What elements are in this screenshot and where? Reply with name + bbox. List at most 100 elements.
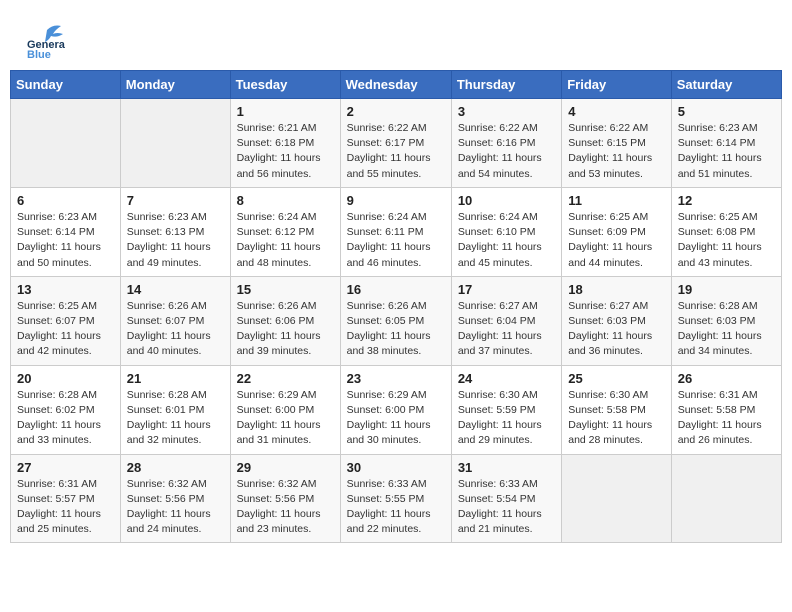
day-info: Sunrise: 6:23 AM Sunset: 6:14 PM Dayligh…: [17, 210, 114, 271]
day-info: Sunrise: 6:27 AM Sunset: 6:04 PM Dayligh…: [458, 299, 555, 360]
calendar-cell: 18Sunrise: 6:27 AM Sunset: 6:03 PM Dayli…: [562, 276, 671, 365]
weekday-header-row: SundayMondayTuesdayWednesdayThursdayFrid…: [11, 71, 782, 99]
logo: General Blue: [25, 20, 65, 60]
weekday-header-tuesday: Tuesday: [230, 71, 340, 99]
calendar-body: 1 Sunrise: 6:21 AM Sunset: 6:18 PM Daylig…: [11, 99, 782, 543]
day-number: 10: [458, 193, 555, 208]
day-info: Sunrise: 6:26 AM Sunset: 6:06 PM Dayligh…: [237, 299, 334, 360]
day-info: Sunrise: 6:29 AM Sunset: 6:00 PM Dayligh…: [347, 388, 445, 449]
calendar-cell: 20 Sunrise: 6:28 AM Sunset: 6:02 PM Dayli…: [11, 365, 121, 454]
calendar-cell: 8Sunrise: 6:24 AM Sunset: 6:12 PM Daylig…: [230, 187, 340, 276]
day-info: Sunrise: 6:33 AM Sunset: 5:54 PM Dayligh…: [458, 477, 555, 538]
calendar-cell: 21 Sunrise: 6:28 AM Sunset: 6:01 PM Dayli…: [120, 365, 230, 454]
calendar-cell: 3Sunrise: 6:22 AM Sunset: 6:16 PM Daylig…: [451, 99, 561, 188]
day-info: Sunrise: 6:24 AM Sunset: 6:10 PM Dayligh…: [458, 210, 555, 271]
calendar-cell: 11Sunrise: 6:25 AM Sunset: 6:09 PM Dayli…: [562, 187, 671, 276]
calendar-cell: 14Sunrise: 6:26 AM Sunset: 6:07 PM Dayli…: [120, 276, 230, 365]
calendar-cell: 6 Sunrise: 6:23 AM Sunset: 6:14 PM Daylig…: [11, 187, 121, 276]
day-info: Sunrise: 6:33 AM Sunset: 5:55 PM Dayligh…: [347, 477, 445, 538]
day-info: Sunrise: 6:22 AM Sunset: 6:15 PM Dayligh…: [568, 121, 664, 182]
day-number: 7: [127, 193, 224, 208]
day-number: 17: [458, 282, 555, 297]
calendar-cell: 10 Sunrise: 6:24 AM Sunset: 6:10 PM Dayli…: [451, 187, 561, 276]
day-info: Sunrise: 6:23 AM Sunset: 6:13 PM Dayligh…: [127, 210, 224, 271]
calendar-cell: 4 Sunrise: 6:22 AM Sunset: 6:15 PM Daylig…: [562, 99, 671, 188]
day-info: Sunrise: 6:22 AM Sunset: 6:17 PM Dayligh…: [347, 121, 445, 182]
calendar-cell: [562, 454, 671, 543]
day-info: Sunrise: 6:25 AM Sunset: 6:09 PM Dayligh…: [568, 210, 664, 271]
day-info: Sunrise: 6:24 AM Sunset: 6:11 PM Dayligh…: [347, 210, 445, 271]
calendar-week-4: 20 Sunrise: 6:28 AM Sunset: 6:02 PM Dayli…: [11, 365, 782, 454]
day-info: Sunrise: 6:25 AM Sunset: 6:07 PM Dayligh…: [17, 299, 114, 360]
day-number: 21: [127, 371, 224, 386]
calendar-cell: 24Sunrise: 6:30 AM Sunset: 5:59 PM Dayli…: [451, 365, 561, 454]
calendar-cell: 29 Sunrise: 6:32 AM Sunset: 5:56 PM Dayli…: [230, 454, 340, 543]
day-number: 1: [237, 104, 334, 119]
weekday-header-monday: Monday: [120, 71, 230, 99]
day-number: 18: [568, 282, 664, 297]
day-info: Sunrise: 6:21 AM Sunset: 6:18 PM Dayligh…: [237, 121, 334, 182]
day-number: 2: [347, 104, 445, 119]
day-number: 22: [237, 371, 334, 386]
day-info: Sunrise: 6:28 AM Sunset: 6:03 PM Dayligh…: [678, 299, 775, 360]
calendar-cell: 30 Sunrise: 6:33 AM Sunset: 5:55 PM Dayli…: [340, 454, 451, 543]
calendar-cell: 25 Sunrise: 6:30 AM Sunset: 5:58 PM Dayli…: [562, 365, 671, 454]
calendar-cell: [120, 99, 230, 188]
day-number: 24: [458, 371, 555, 386]
day-info: Sunrise: 6:26 AM Sunset: 6:05 PM Dayligh…: [347, 299, 445, 360]
day-info: Sunrise: 6:28 AM Sunset: 6:01 PM Dayligh…: [127, 388, 224, 449]
calendar-header: SundayMondayTuesdayWednesdayThursdayFrid…: [11, 71, 782, 99]
day-info: Sunrise: 6:32 AM Sunset: 5:56 PM Dayligh…: [237, 477, 334, 538]
calendar-cell: 15 Sunrise: 6:26 AM Sunset: 6:06 PM Dayli…: [230, 276, 340, 365]
day-number: 16: [347, 282, 445, 297]
weekday-header-sunday: Sunday: [11, 71, 121, 99]
day-number: 23: [347, 371, 445, 386]
day-info: Sunrise: 6:31 AM Sunset: 5:58 PM Dayligh…: [678, 388, 775, 449]
calendar-week-3: 13 Sunrise: 6:25 AM Sunset: 6:07 PM Dayli…: [11, 276, 782, 365]
day-number: 5: [678, 104, 775, 119]
calendar-cell: 5Sunrise: 6:23 AM Sunset: 6:14 PM Daylig…: [671, 99, 781, 188]
day-number: 13: [17, 282, 114, 297]
day-number: 9: [347, 193, 445, 208]
day-info: Sunrise: 6:29 AM Sunset: 6:00 PM Dayligh…: [237, 388, 334, 449]
day-number: 19: [678, 282, 775, 297]
day-number: 4: [568, 104, 664, 119]
calendar-week-5: 27 Sunrise: 6:31 AM Sunset: 5:57 PM Dayli…: [11, 454, 782, 543]
calendar-cell: 26 Sunrise: 6:31 AM Sunset: 5:58 PM Dayli…: [671, 365, 781, 454]
weekday-header-wednesday: Wednesday: [340, 71, 451, 99]
day-info: Sunrise: 6:22 AM Sunset: 6:16 PM Dayligh…: [458, 121, 555, 182]
day-number: 20: [17, 371, 114, 386]
day-number: 29: [237, 460, 334, 475]
weekday-header-saturday: Saturday: [671, 71, 781, 99]
calendar-cell: 7 Sunrise: 6:23 AM Sunset: 6:13 PM Daylig…: [120, 187, 230, 276]
page-header: General Blue: [10, 10, 782, 65]
day-number: 25: [568, 371, 664, 386]
calendar-cell: 12Sunrise: 6:25 AM Sunset: 6:08 PM Dayli…: [671, 187, 781, 276]
calendar-cell: 19 Sunrise: 6:28 AM Sunset: 6:03 PM Dayli…: [671, 276, 781, 365]
day-info: Sunrise: 6:26 AM Sunset: 6:07 PM Dayligh…: [127, 299, 224, 360]
calendar-cell: 17 Sunrise: 6:27 AM Sunset: 6:04 PM Dayli…: [451, 276, 561, 365]
calendar-week-2: 6 Sunrise: 6:23 AM Sunset: 6:14 PM Daylig…: [11, 187, 782, 276]
day-number: 26: [678, 371, 775, 386]
logo-icon: General Blue: [25, 20, 65, 60]
day-info: Sunrise: 6:31 AM Sunset: 5:57 PM Dayligh…: [17, 477, 114, 538]
calendar-cell: 2 Sunrise: 6:22 AM Sunset: 6:17 PM Daylig…: [340, 99, 451, 188]
day-number: 31: [458, 460, 555, 475]
calendar-cell: 16 Sunrise: 6:26 AM Sunset: 6:05 PM Dayli…: [340, 276, 451, 365]
calendar-cell: 13 Sunrise: 6:25 AM Sunset: 6:07 PM Dayli…: [11, 276, 121, 365]
weekday-header-thursday: Thursday: [451, 71, 561, 99]
calendar-table: SundayMondayTuesdayWednesdayThursdayFrid…: [10, 70, 782, 543]
day-number: 28: [127, 460, 224, 475]
day-number: 30: [347, 460, 445, 475]
day-info: Sunrise: 6:28 AM Sunset: 6:02 PM Dayligh…: [17, 388, 114, 449]
day-info: Sunrise: 6:32 AM Sunset: 5:56 PM Dayligh…: [127, 477, 224, 538]
day-number: 12: [678, 193, 775, 208]
day-number: 6: [17, 193, 114, 208]
day-info: Sunrise: 6:30 AM Sunset: 5:58 PM Dayligh…: [568, 388, 664, 449]
svg-text:Blue: Blue: [27, 49, 51, 60]
day-info: Sunrise: 6:24 AM Sunset: 6:12 PM Dayligh…: [237, 210, 334, 271]
calendar-cell: [11, 99, 121, 188]
calendar-cell: 31 Sunrise: 6:33 AM Sunset: 5:54 PM Dayli…: [451, 454, 561, 543]
day-number: 15: [237, 282, 334, 297]
day-number: 27: [17, 460, 114, 475]
